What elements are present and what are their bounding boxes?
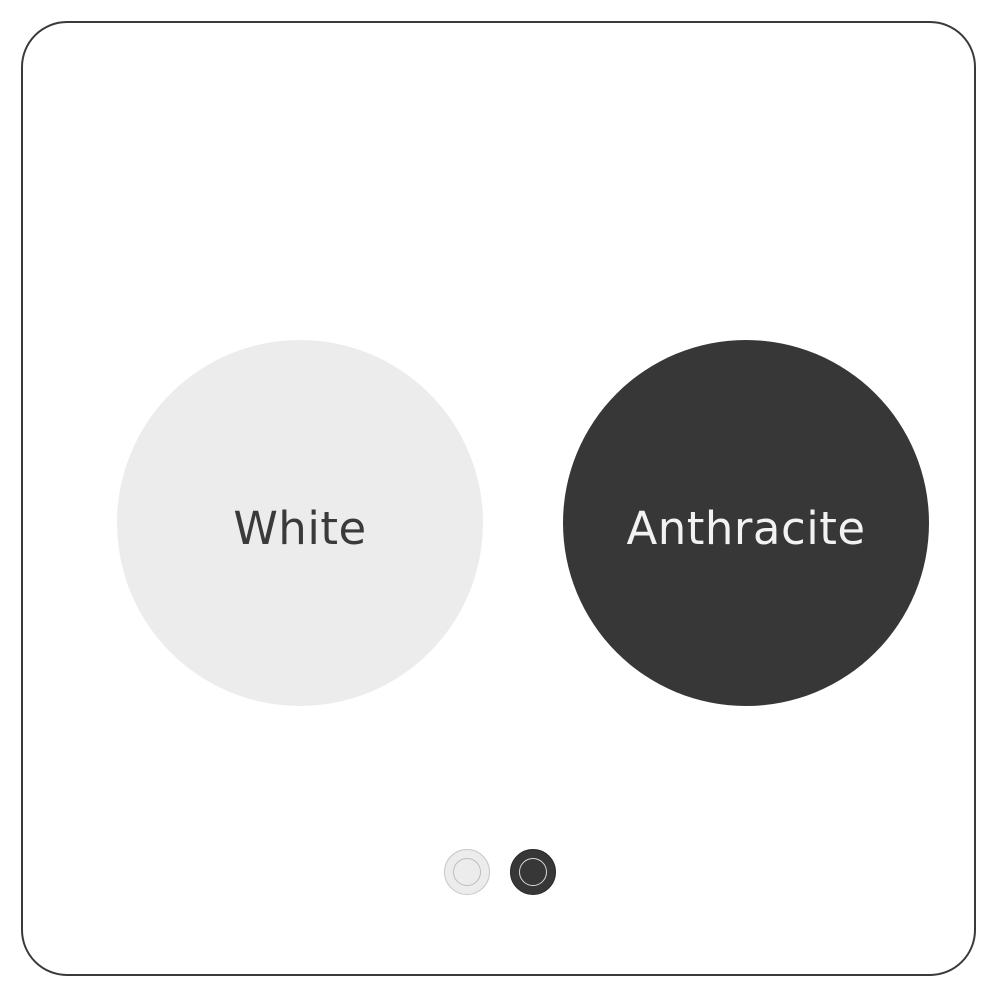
- anthracite-color-selector-button[interactable]: [510, 849, 556, 895]
- white-color-swatch: White: [117, 340, 483, 706]
- color-options-card: White Anthracite: [21, 21, 976, 976]
- white-selector-ring-icon: [453, 858, 481, 886]
- anthracite-swatch-label: Anthracite: [626, 501, 866, 555]
- anthracite-color-swatch: Anthracite: [563, 340, 929, 706]
- white-swatch-label: White: [233, 501, 367, 555]
- anthracite-selector-ring-icon: [519, 858, 547, 886]
- white-color-selector-button[interactable]: [444, 849, 490, 895]
